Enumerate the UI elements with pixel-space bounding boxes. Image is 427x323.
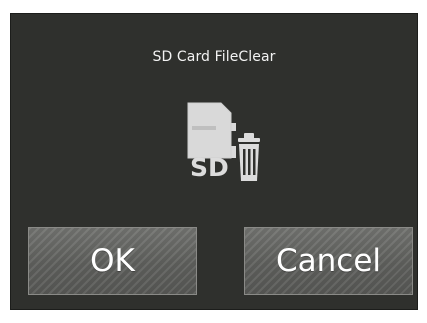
sd-card-label: SD: [190, 153, 229, 182]
ok-button[interactable]: OK: [28, 227, 197, 295]
dialog-title: SD Card FileClear: [152, 49, 276, 65]
cancel-button[interactable]: Cancel: [244, 227, 413, 295]
trash-icon: [238, 133, 260, 181]
sd-card-fileclear-dialog: SD Card FileClear SD OK Cancel: [10, 13, 418, 310]
sd-card-trash-icon: SD: [187, 102, 260, 182]
